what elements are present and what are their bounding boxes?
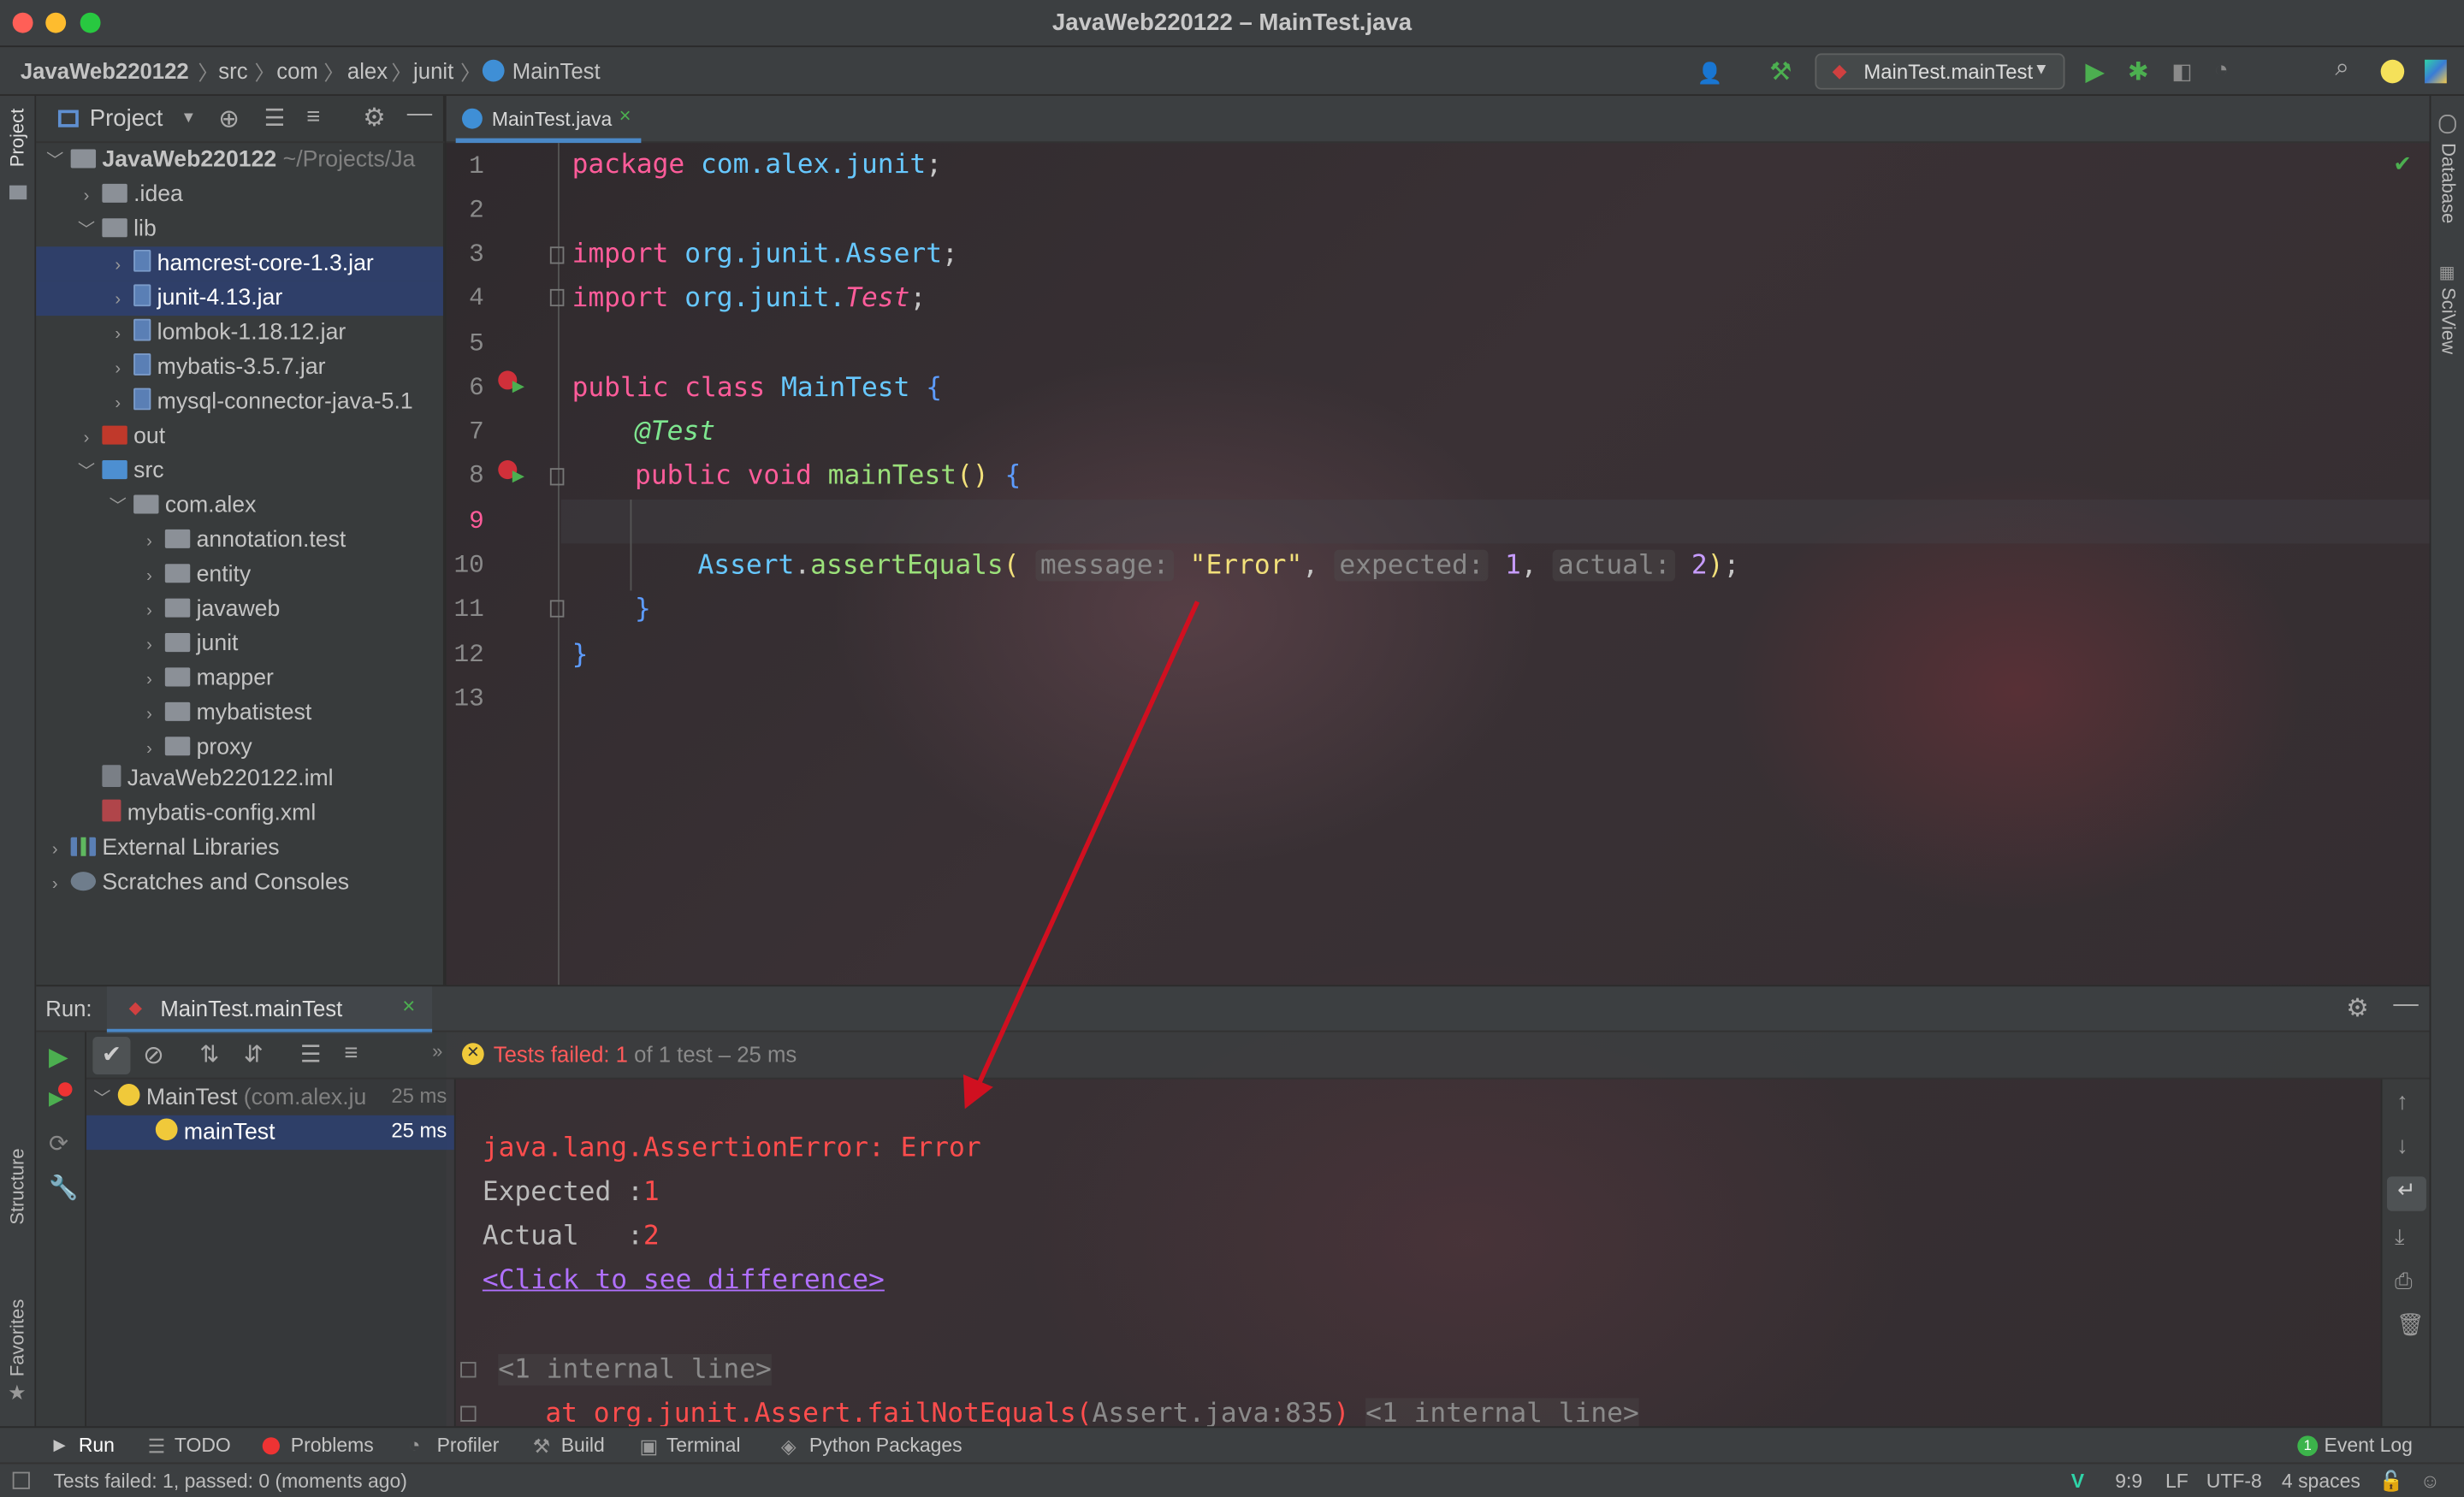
run-icon: ▶ xyxy=(53,1437,66,1455)
list-icon: ☰ xyxy=(147,1435,166,1459)
terminal-icon: ▣ xyxy=(639,1435,659,1459)
inspections-icon[interactable]: ☺ xyxy=(2420,1470,2440,1493)
arrow-line xyxy=(974,601,1200,1088)
ide-window: JavaWeb220122 – MainTest.java JavaWeb220… xyxy=(0,0,2464,1497)
plugin-status-icon[interactable]: V xyxy=(2071,1470,2084,1493)
toggle-tool-windows-icon[interactable] xyxy=(12,1471,30,1489)
annotation-arrow xyxy=(962,601,1200,1109)
line-separator[interactable]: LF xyxy=(2165,1470,2189,1493)
tool-problems[interactable]: Problems xyxy=(291,1435,374,1457)
tool-python-packages[interactable]: Python Packages xyxy=(809,1435,962,1457)
file-encoding[interactable]: UTF-8 xyxy=(2206,1470,2262,1493)
lock-icon[interactable]: 🔓 xyxy=(2379,1470,2404,1494)
tool-windows-bar: ▶ Run ☰ TODO Problems ◔ Profiler ⚒ Build… xyxy=(0,1426,2464,1463)
tool-build[interactable]: Build xyxy=(561,1435,605,1457)
profiler-icon: ◔ xyxy=(408,1434,421,1457)
status-message[interactable]: Tests failed: 1, passed: 0 (moments ago) xyxy=(53,1470,406,1493)
hammer-icon: ⚒ xyxy=(532,1435,551,1459)
tool-terminal[interactable]: Terminal xyxy=(666,1435,741,1457)
tool-todo[interactable]: TODO xyxy=(175,1435,231,1457)
problems-icon xyxy=(262,1437,280,1455)
event-log-badge: 1 xyxy=(2297,1435,2319,1457)
tool-profiler[interactable]: Profiler xyxy=(437,1435,500,1457)
tool-run[interactable]: Run xyxy=(79,1435,115,1457)
status-bar: Tests failed: 1, passed: 0 (moments ago)… xyxy=(0,1462,2464,1497)
python-packages-icon: ◈ xyxy=(780,1435,797,1459)
caret-position[interactable]: 9:9 xyxy=(2115,1470,2142,1493)
indent-setting[interactable]: 4 spaces xyxy=(2282,1470,2360,1493)
tool-event-log[interactable]: Event Log xyxy=(2325,1435,2413,1457)
